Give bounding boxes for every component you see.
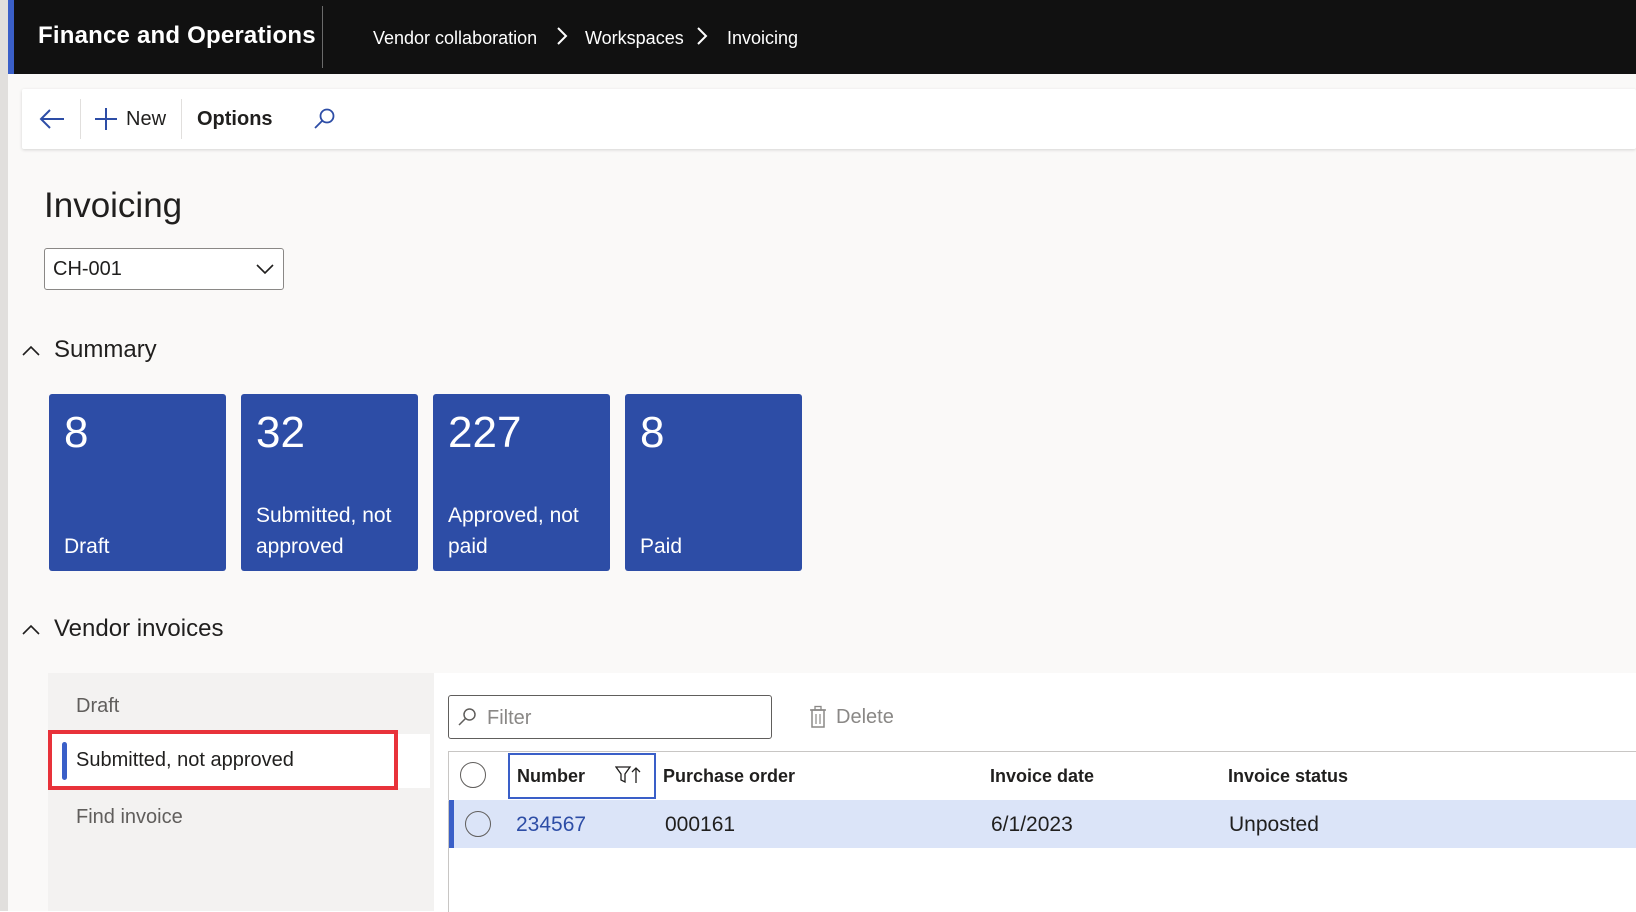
vendor-invoices-nav: Draft Find invoice bbox=[48, 673, 434, 911]
tile-count: 8 bbox=[64, 408, 89, 457]
back-button[interactable] bbox=[38, 89, 66, 149]
search-icon bbox=[458, 708, 476, 726]
window-left-edge bbox=[0, 0, 8, 911]
tile-approved-not-paid[interactable]: 227 Approved, not paid bbox=[433, 394, 610, 571]
tile-label: Submitted, not approved bbox=[256, 504, 392, 558]
new-button[interactable]: New bbox=[94, 89, 166, 149]
cell-invoice-status: Unposted bbox=[1229, 813, 1319, 836]
tile-draft[interactable]: 8 Draft bbox=[49, 394, 226, 571]
tile-count: 32 bbox=[256, 408, 305, 457]
trash-icon bbox=[810, 705, 826, 728]
nav-item-find-invoice[interactable]: Find invoice bbox=[76, 806, 183, 829]
action-separator bbox=[80, 99, 81, 139]
back-arrow-icon bbox=[39, 109, 64, 129]
breadcrumb-invoicing[interactable]: Invoicing bbox=[727, 28, 798, 49]
summary-section-label: Summary bbox=[54, 336, 157, 363]
action-separator bbox=[181, 99, 182, 139]
filter-sort-icon[interactable] bbox=[615, 765, 641, 785]
delete-button-label: Delete bbox=[836, 705, 894, 728]
row-selected-indicator bbox=[449, 800, 454, 848]
company-dropdown[interactable]: CH-001 bbox=[44, 248, 284, 290]
vendor-invoices-section-label: Vendor invoices bbox=[54, 615, 224, 642]
breadcrumb-vendor-collaboration[interactable]: Vendor collaboration bbox=[373, 28, 537, 49]
chevron-down-icon bbox=[256, 264, 274, 275]
summary-section-header[interactable]: Summary bbox=[22, 334, 157, 366]
options-button[interactable]: Options bbox=[197, 89, 273, 149]
search-icon bbox=[314, 108, 335, 129]
column-header-number-label: Number bbox=[517, 766, 586, 786]
cell-purchase-order: 000161 bbox=[665, 813, 736, 836]
tile-count: 227 bbox=[448, 408, 522, 457]
column-header-purchase-order[interactable]: Purchase order bbox=[663, 766, 795, 787]
filter-input[interactable]: Filter bbox=[448, 695, 772, 739]
nav-item-draft[interactable]: Draft bbox=[76, 695, 119, 718]
chevron-right-icon bbox=[697, 27, 708, 45]
topbar-accent-strip bbox=[8, 0, 14, 74]
tile-paid[interactable]: 8 Paid bbox=[625, 394, 802, 571]
row-select-radio[interactable] bbox=[465, 811, 491, 837]
page-title: Invoicing bbox=[44, 186, 183, 225]
annotation-highlight-box bbox=[48, 730, 398, 790]
add-icon bbox=[95, 108, 117, 130]
select-all-radio[interactable] bbox=[460, 762, 486, 788]
tile-label: Paid bbox=[640, 535, 683, 558]
action-pane: New Options bbox=[22, 89, 1636, 149]
column-header-invoice-status[interactable]: Invoice status bbox=[1228, 766, 1348, 787]
tile-count: 8 bbox=[640, 408, 665, 457]
tile-label: Approved, not paid bbox=[448, 504, 579, 558]
chevron-up-icon bbox=[22, 345, 40, 356]
column-header-invoice-date[interactable]: Invoice date bbox=[990, 766, 1094, 787]
filter-placeholder: Filter bbox=[487, 707, 532, 729]
vendor-invoices-section-header[interactable]: Vendor invoices bbox=[22, 613, 223, 645]
tile-label: Draft bbox=[64, 535, 110, 558]
breadcrumb-workspaces[interactable]: Workspaces bbox=[585, 28, 684, 49]
app-title[interactable]: Finance and Operations bbox=[38, 22, 316, 50]
delete-button[interactable]: Delete bbox=[808, 700, 894, 734]
title-divider bbox=[322, 6, 323, 68]
tile-submitted-not-approved[interactable]: 32 Submitted, not approved bbox=[241, 394, 418, 571]
options-button-label: Options bbox=[197, 107, 273, 130]
chevron-up-icon bbox=[22, 624, 40, 635]
cell-invoice-date: 6/1/2023 bbox=[991, 813, 1073, 836]
cell-invoice-number[interactable]: 234567 bbox=[516, 813, 586, 837]
company-dropdown-value: CH-001 bbox=[53, 258, 122, 280]
search-button[interactable] bbox=[312, 89, 336, 149]
new-button-label: New bbox=[126, 107, 167, 130]
chevron-right-icon bbox=[557, 27, 568, 45]
